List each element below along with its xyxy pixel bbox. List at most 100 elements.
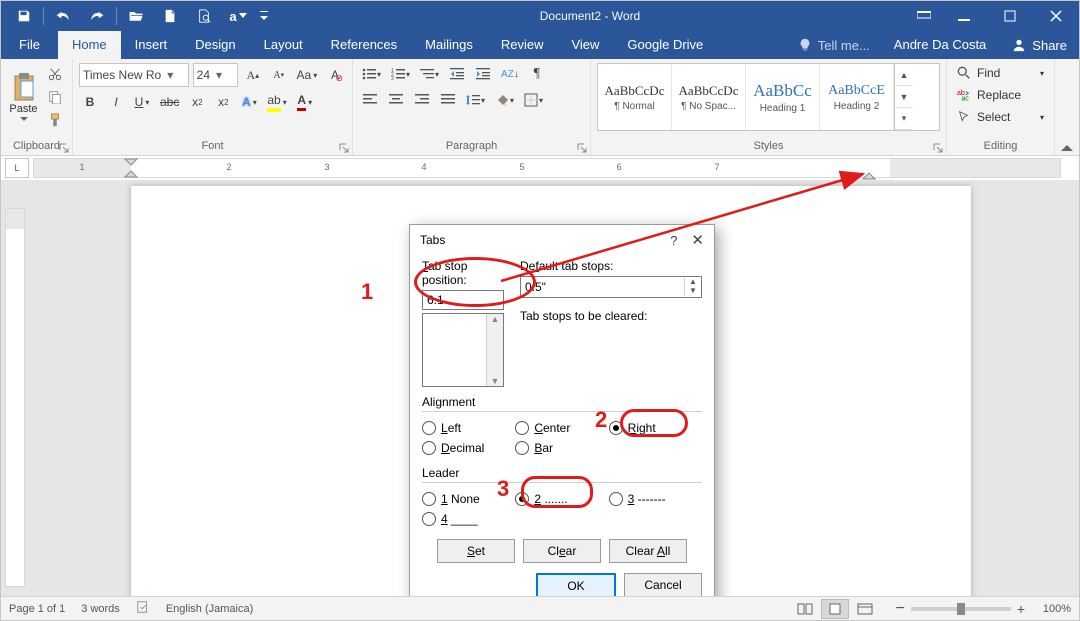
leader-underline-radio[interactable]: 4 ____: [422, 509, 515, 529]
share-button[interactable]: Share: [1000, 31, 1079, 59]
collapse-ribbon-button[interactable]: [1055, 59, 1079, 155]
align-right-radio[interactable]: Right: [609, 418, 702, 438]
dialog-launcher-icon[interactable]: [339, 143, 349, 153]
multilevel-list-button[interactable]: ▾: [417, 63, 442, 85]
strikethrough-button[interactable]: abc: [157, 91, 182, 113]
scroll-down-icon[interactable]: ▼: [895, 86, 913, 108]
qat-customize-icon[interactable]: [255, 1, 273, 31]
tabstop-list[interactable]: ▲▼: [422, 313, 504, 387]
line-spacing-button[interactable]: ▾: [463, 89, 488, 111]
print-layout-button[interactable]: [821, 599, 849, 619]
tab-home[interactable]: Home: [58, 31, 121, 59]
align-bar-radio[interactable]: Bar: [515, 438, 608, 458]
language-indicator[interactable]: English (Jamaica): [166, 603, 253, 615]
tab-mailings[interactable]: Mailings: [411, 31, 487, 59]
highlight-button[interactable]: ab▾: [264, 91, 289, 113]
font-size-combo[interactable]: 24▾: [193, 63, 238, 87]
justify-button[interactable]: [437, 89, 459, 111]
help-button[interactable]: ?: [670, 233, 677, 248]
tab-view[interactable]: View: [557, 31, 613, 59]
right-tab-marker-icon[interactable]: [862, 166, 876, 180]
copy-button[interactable]: [44, 86, 66, 107]
new-doc-icon[interactable]: [153, 1, 187, 31]
clear-button[interactable]: Clear: [523, 539, 601, 563]
superscript-button[interactable]: x2: [212, 91, 234, 113]
font-color-button[interactable]: A▾: [294, 91, 316, 113]
zoom-out-button[interactable]: −: [895, 600, 904, 618]
scroll-up-icon[interactable]: ▲: [491, 314, 500, 324]
leader-dashes-radio[interactable]: 3 -------: [609, 489, 702, 509]
read-mode-button[interactable]: [791, 599, 819, 619]
indent-marker-icon[interactable]: [124, 158, 138, 178]
format-painter-button[interactable]: [44, 110, 66, 131]
set-button[interactable]: Set: [437, 539, 515, 563]
grow-font-button[interactable]: A▴: [242, 64, 264, 86]
find-button[interactable]: Find▾: [953, 63, 1048, 83]
tab-layout[interactable]: Layout: [250, 31, 317, 59]
align-center-button[interactable]: [385, 89, 407, 111]
dialog-titlebar[interactable]: Tabs ? ✕: [410, 225, 714, 255]
sort-button[interactable]: AZ↓: [498, 63, 522, 85]
shrink-font-button[interactable]: A▾: [268, 64, 290, 86]
close-icon[interactable]: ✕: [691, 231, 704, 249]
default-tabstops-input[interactable]: [521, 278, 684, 296]
paste-button[interactable]: Paste: [7, 63, 40, 131]
scrollbar[interactable]: ▲▼: [486, 314, 503, 386]
style-heading-1[interactable]: AaBbCcHeading 1: [746, 64, 820, 130]
underline-button[interactable]: U▾: [131, 91, 153, 113]
redo-icon[interactable]: [80, 1, 114, 31]
change-case-button[interactable]: Aa▾: [294, 64, 320, 86]
text-effects-button[interactable]: A▾: [238, 91, 260, 113]
zoom-level[interactable]: 100%: [1031, 603, 1071, 615]
increase-indent-button[interactable]: [472, 63, 494, 85]
save-icon[interactable]: [7, 1, 41, 31]
style-no-spacing[interactable]: AaBbCcDc¶ No Spac...: [672, 64, 746, 130]
minimize-button[interactable]: [941, 1, 987, 31]
open-icon[interactable]: [119, 1, 153, 31]
tab-review[interactable]: Review: [487, 31, 558, 59]
tab-design[interactable]: Design: [181, 31, 249, 59]
zoom-thumb[interactable]: [957, 603, 965, 615]
user-name[interactable]: Andre Da Costa: [880, 31, 1001, 59]
spelling-icon[interactable]: a: [221, 1, 255, 31]
leader-dots-radio[interactable]: 2 .......: [515, 489, 608, 509]
page-indicator[interactable]: Page 1 of 1: [9, 603, 65, 615]
style-heading-2[interactable]: AaBbCcEHeading 2: [820, 64, 894, 130]
align-decimal-radio[interactable]: Decimal: [422, 438, 515, 458]
bold-button[interactable]: B: [79, 91, 101, 113]
style-normal[interactable]: AaBbCcDc¶ Normal: [598, 64, 672, 130]
clear-formatting-button[interactable]: A⊘: [324, 64, 346, 86]
horizontal-ruler[interactable]: 1 2 3 4 5 6 7: [33, 158, 1061, 178]
tabstop-position-input[interactable]: [422, 290, 504, 310]
print-preview-icon[interactable]: [187, 1, 221, 31]
tab-file[interactable]: File: [1, 31, 58, 59]
word-count[interactable]: 3 words: [81, 603, 120, 615]
align-center-radio[interactable]: Center: [515, 418, 608, 438]
clear-all-button[interactable]: Clear All: [609, 539, 687, 563]
borders-button[interactable]: ▾: [521, 89, 546, 111]
tab-references[interactable]: References: [317, 31, 411, 59]
show-marks-button[interactable]: ¶: [526, 63, 548, 85]
scroll-up-icon[interactable]: ▲: [895, 64, 913, 86]
shading-button[interactable]: ▾: [492, 89, 517, 111]
cut-button[interactable]: [44, 63, 66, 84]
tell-me-search[interactable]: Tell me...: [788, 31, 880, 59]
dialog-launcher-icon[interactable]: [59, 143, 69, 153]
zoom-in-button[interactable]: +: [1017, 601, 1025, 617]
leader-none-radio[interactable]: 1 None: [422, 489, 515, 509]
decrease-indent-button[interactable]: [446, 63, 468, 85]
vertical-ruler[interactable]: [5, 208, 25, 587]
scroll-down-icon[interactable]: ▼: [491, 376, 500, 386]
subscript-button[interactable]: x2: [186, 91, 208, 113]
styles-gallery[interactable]: AaBbCcDc¶ Normal AaBbCcDc¶ No Spac... Aa…: [597, 63, 940, 131]
font-name-combo[interactable]: Times New Ro▾: [79, 63, 189, 87]
default-tabstops-spinner[interactable]: ▲▼: [520, 276, 702, 298]
tab-insert[interactable]: Insert: [121, 31, 182, 59]
tab-google-drive[interactable]: Google Drive: [613, 31, 717, 59]
dialog-launcher-icon[interactable]: [577, 143, 587, 153]
bullets-button[interactable]: ▾: [359, 63, 384, 85]
align-left-radio[interactable]: Left: [422, 418, 515, 438]
numbering-button[interactable]: 123▾: [388, 63, 413, 85]
zoom-slider[interactable]: [911, 607, 1011, 611]
spin-down-icon[interactable]: ▼: [685, 287, 701, 296]
